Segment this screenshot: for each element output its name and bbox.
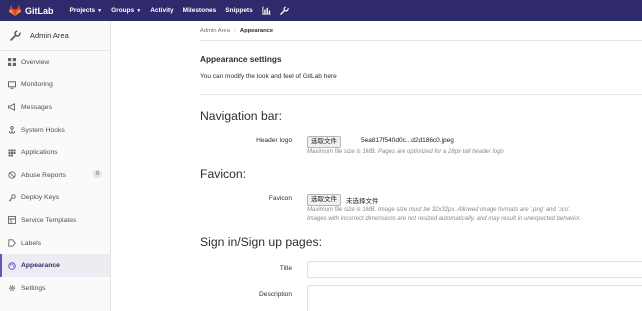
- sidebar-item-service-templates[interactable]: Service Templates: [0, 209, 110, 232]
- sidebar-item-monitoring[interactable]: Monitoring: [0, 74, 110, 97]
- nav-milestones[interactable]: Milestones: [183, 7, 217, 14]
- sidebar-item-label: Labels: [21, 239, 42, 247]
- sidebar-item-overview[interactable]: Overview: [0, 51, 110, 74]
- header-divider: [199, 94, 642, 95]
- breadcrumb: Admin Area › Appearance: [200, 28, 273, 34]
- sidebar-item-system-hooks[interactable]: System Hooks: [0, 119, 110, 142]
- admin-sidebar: Admin Area Overview Monitoring Messages …: [0, 21, 111, 311]
- grid-icon: [8, 58, 16, 67]
- sidebar-item-label: Messages: [21, 103, 52, 111]
- sidebar-header[interactable]: Admin Area: [0, 21, 110, 51]
- template-icon: [8, 216, 16, 225]
- breadcrumb-divider: [199, 40, 642, 41]
- description-label: Description: [259, 291, 292, 298]
- navigation-bar-heading: Navigation bar:: [200, 109, 282, 123]
- nav-projects-label: Projects: [69, 7, 96, 14]
- sidebar-item-label: Settings: [21, 284, 46, 292]
- abuse-count-badge: 0: [92, 169, 102, 178]
- sidebar-item-appearance[interactable]: Appearance: [0, 254, 110, 277]
- sidebar-item-applications[interactable]: Applications: [0, 141, 110, 164]
- nav-groups[interactable]: Groups ▼: [111, 7, 141, 14]
- header-logo-file-name: 5ea817f540d0c...d2d186c0.jpeg: [361, 137, 454, 144]
- abuse-icon: [8, 171, 16, 179]
- sidebar-title: Admin Area: [30, 31, 69, 40]
- label-icon: [8, 239, 16, 247]
- monitor-icon: [8, 81, 16, 89]
- sidebar-item-deploy-keys[interactable]: Deploy Keys: [0, 187, 110, 210]
- breadcrumb-separator: ›: [233, 28, 236, 34]
- nav-snippets[interactable]: Snippets: [225, 7, 252, 14]
- sidebar-item-label: Appearance: [21, 262, 60, 270]
- chevron-down-icon: ▼: [136, 7, 142, 14]
- chevron-down-icon: ▼: [97, 7, 103, 14]
- favicon-warning-text: Images with incorrect dimensions are not…: [307, 216, 582, 222]
- sidebar-item-label: Abuse Reports: [21, 171, 66, 179]
- header-logo-choose-file-button[interactable]: 选取文件: [307, 136, 341, 148]
- page-title: Appearance settings: [200, 54, 282, 64]
- sidebar-item-label: System Hooks: [21, 126, 65, 134]
- sidebar-item-abuse-reports[interactable]: Abuse Reports 0: [0, 164, 110, 187]
- appearance-icon: [8, 261, 16, 270]
- favicon-label: Favicon: [268, 195, 292, 202]
- favicon-heading: Favicon:: [200, 167, 247, 181]
- nav-projects[interactable]: Projects ▼: [70, 7, 103, 14]
- brand-link[interactable]: GitLab: [9, 5, 54, 16]
- key-icon: [8, 194, 16, 202]
- gitlab-logo-icon: [9, 5, 21, 16]
- sidebar-item-label: Service Templates: [21, 216, 77, 224]
- sidebar-item-label: Applications: [21, 149, 58, 157]
- nav-groups-label: Groups: [111, 7, 135, 14]
- main-content: Admin Area › Appearance Appearance setti…: [111, 21, 642, 311]
- description-textarea[interactable]: [307, 285, 642, 311]
- top-navbar: GitLab Projects ▼ Groups ▼ Activity Mile…: [0, 0, 642, 21]
- wrench-icon[interactable]: [279, 6, 289, 15]
- breadcrumb-current[interactable]: Appearance: [240, 28, 273, 34]
- sign-in-heading: Sign in/Sign up pages:: [200, 235, 322, 249]
- sidebar-item-label: Overview: [21, 58, 50, 66]
- sidebar-nav: Overview Monitoring Messages System Hook…: [0, 51, 110, 300]
- header-logo-help-text: Maximum file size is 1MB. Pages are opti…: [307, 149, 504, 155]
- breadcrumb-admin-area[interactable]: Admin Area: [200, 28, 230, 34]
- favicon-choose-file-button[interactable]: 选取文件: [307, 194, 341, 206]
- nav-activity[interactable]: Activity: [150, 7, 173, 14]
- sidebar-item-label: Monitoring: [21, 81, 53, 89]
- chart-bar-icon[interactable]: [262, 6, 271, 15]
- sidebar-item-labels[interactable]: Labels: [0, 232, 110, 255]
- sidebar-item-settings[interactable]: Settings: [0, 277, 110, 300]
- gear-icon: [9, 285, 15, 292]
- header-logo-label: Header logo: [256, 137, 292, 144]
- title-input[interactable]: [307, 261, 642, 278]
- brand-name: GitLab: [25, 5, 54, 16]
- applications-icon: [8, 149, 16, 157]
- hook-icon: [9, 126, 15, 134]
- favicon-help-text: Maximum file size is 1MB. Image size mus…: [307, 207, 571, 213]
- title-label: Title: [279, 265, 292, 272]
- megaphone-icon: [8, 103, 15, 112]
- wrench-icon: [10, 30, 21, 41]
- sidebar-item-label: Deploy Keys: [21, 194, 60, 202]
- page-description: You can modify the look and feel of GitL…: [200, 73, 337, 80]
- favicon-file-name: 未选择文件: [346, 198, 379, 205]
- sidebar-item-messages[interactable]: Messages: [0, 96, 110, 119]
